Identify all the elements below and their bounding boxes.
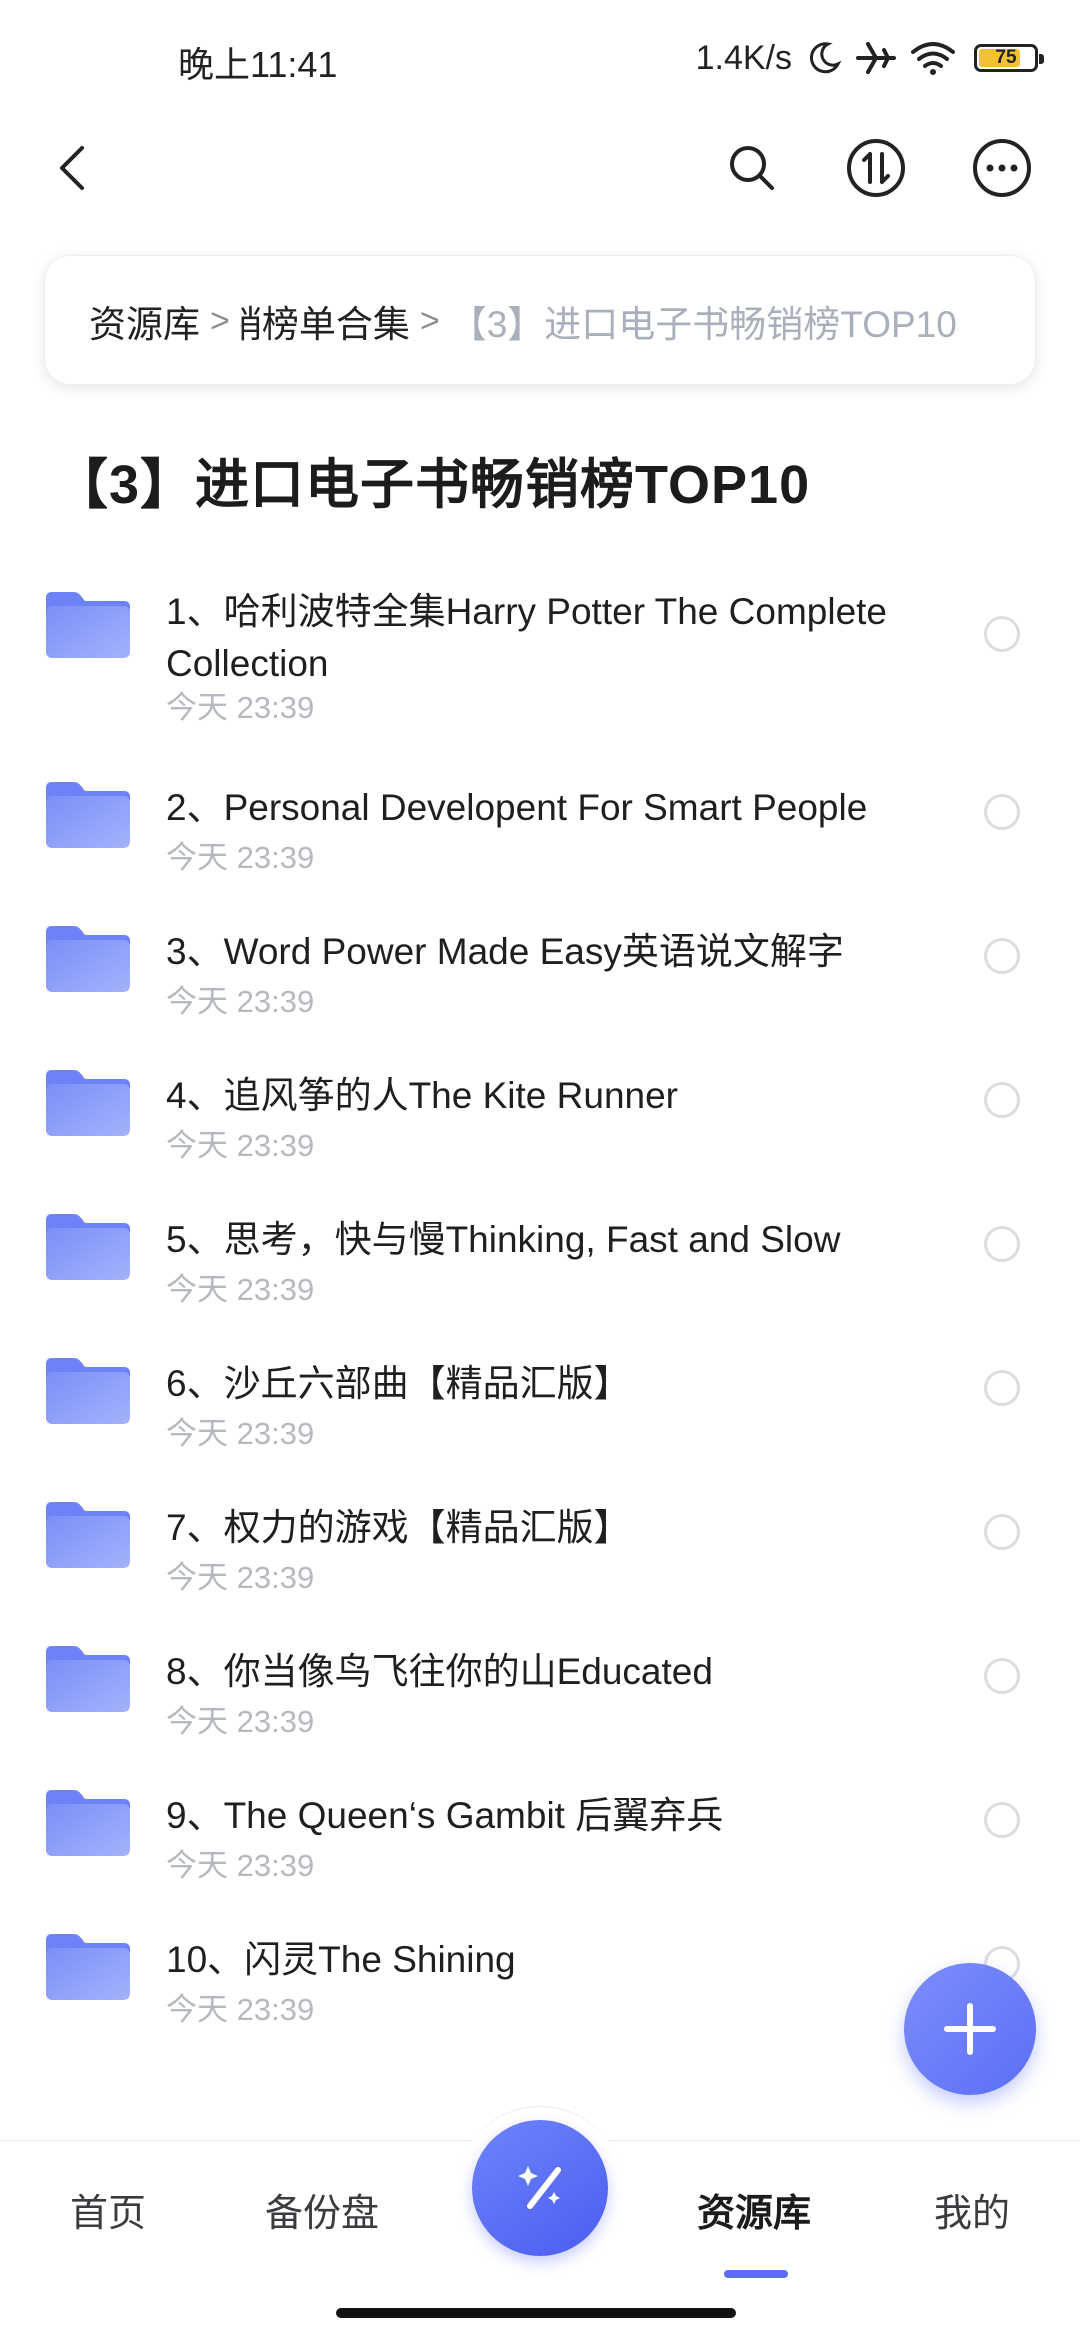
airplane-icon xyxy=(856,42,896,74)
active-tab-indicator xyxy=(724,2270,788,2278)
select-checkbox[interactable] xyxy=(984,616,1020,652)
breadcrumb-separator: > xyxy=(419,301,440,340)
folder-icon xyxy=(46,1934,130,2000)
select-checkbox[interactable] xyxy=(984,938,1020,974)
file-name: 10、闪灵The Shining xyxy=(166,1939,516,1980)
tab-me[interactable]: 我的 xyxy=(934,2182,1010,2237)
file-row[interactable]: 7、权力的游戏【精品汇版】今天 23:39 xyxy=(0,1476,1080,1620)
folder-icon xyxy=(46,926,130,992)
file-name: 4、追风筝的人The Kite Runner xyxy=(166,1075,679,1116)
select-checkbox[interactable] xyxy=(984,1802,1020,1838)
moon-icon xyxy=(809,42,842,74)
battery-percent: 75 xyxy=(995,47,1017,68)
select-checkbox[interactable] xyxy=(984,1658,1020,1694)
select-checkbox[interactable] xyxy=(984,1082,1020,1118)
folder-icon xyxy=(46,1502,130,1568)
file-timestamp: 今天 23:39 xyxy=(166,840,315,875)
back-arrow-icon[interactable] xyxy=(44,138,104,198)
magic-wand-icon xyxy=(518,2166,561,2209)
file-name: 1、哈利波特全集Harry Potter The Complete Collec… xyxy=(166,591,888,684)
ai-magic-button[interactable] xyxy=(472,2120,608,2256)
select-checkbox[interactable] xyxy=(984,794,1020,830)
file-row[interactable]: 3、Word Power Made Easy英语说文解字今天 23:39 xyxy=(0,900,1080,1044)
tab-backup[interactable]: 备份盘 xyxy=(265,2182,379,2237)
folder-icon xyxy=(46,1790,130,1856)
file-timestamp: 今天 23:39 xyxy=(166,1272,315,1307)
folder-icon xyxy=(46,1214,130,1280)
file-row[interactable]: 2、Personal Developent For Smart People 今天… xyxy=(0,756,1080,900)
status-bar: 晚上11:41 1.4K/s 75 xyxy=(0,0,1080,118)
search-icon[interactable] xyxy=(720,136,784,200)
file-row[interactable]: 9、The Queen‘s Gambit 后翼弃兵今天 23:39 xyxy=(0,1764,1080,1908)
file-row[interactable]: 1、哈利波特全集Harry Potter The Complete Collec… xyxy=(0,560,1080,756)
file-timestamp: 今天 23:39 xyxy=(166,984,315,1019)
file-name: 5、思考，快与慢Thinking, Fast and Slow xyxy=(166,1219,841,1260)
home-indicator xyxy=(336,2308,736,2318)
folder-icon xyxy=(46,782,130,848)
status-time: 晚上11:41 xyxy=(178,44,338,85)
wifi-icon xyxy=(911,42,955,75)
page-title: 【3】进口电子书畅销榜TOP10 xyxy=(54,455,811,515)
file-row[interactable]: 4、追风筝的人The Kite Runner 今天 23:39 xyxy=(0,1044,1080,1188)
breadcrumb-root[interactable]: 资源库 xyxy=(89,294,200,348)
folder-icon xyxy=(46,1070,130,1136)
select-checkbox[interactable] xyxy=(984,1226,1020,1262)
file-name: 2、Personal Developent For Smart People xyxy=(166,787,868,828)
file-name: 9、The Queen‘s Gambit 后翼弃兵 xyxy=(166,1795,724,1836)
file-row[interactable]: 6、沙丘六部曲【精品汇版】今天 23:39 xyxy=(0,1332,1080,1476)
more-icon[interactable] xyxy=(970,136,1034,200)
file-name: 8、你当像鸟飞往你的山Educated xyxy=(166,1651,713,1692)
select-checkbox[interactable] xyxy=(984,1514,1020,1550)
battery-icon: 75 xyxy=(974,44,1044,72)
status-icons: 1.4K/s 75 xyxy=(695,30,1044,86)
top-bar xyxy=(0,118,1080,218)
file-name: 6、沙丘六部曲【精品汇版】 xyxy=(166,1363,631,1404)
network-speed: 1.4K/s xyxy=(695,38,792,77)
folder-icon xyxy=(46,1358,130,1424)
file-name: 7、权力的游戏【精品汇版】 xyxy=(166,1507,631,1548)
file-row[interactable]: 8、你当像鸟飞往你的山Educated 今天 23:39 xyxy=(0,1620,1080,1764)
file-timestamp: 今天 23:39 xyxy=(166,1128,315,1163)
tab-resource-library[interactable]: 资源库 xyxy=(697,2182,811,2237)
breadcrumb: 资源库 > 畅销榜单合集 > 【3】进口电子书畅销榜TOP10 xyxy=(44,255,1036,385)
breadcrumb-middle[interactable]: 畅销榜单合集 xyxy=(240,304,410,345)
file-timestamp: 今天 23:39 xyxy=(166,1416,315,1451)
file-timestamp: 今天 23:39 xyxy=(166,1848,315,1883)
file-name: 3、Word Power Made Easy英语说文解字 xyxy=(166,931,844,972)
folder-icon xyxy=(46,592,130,658)
transfer-icon[interactable] xyxy=(844,136,908,200)
add-button[interactable] xyxy=(904,1963,1036,2095)
select-checkbox[interactable] xyxy=(984,1370,1020,1406)
folder-icon xyxy=(46,1646,130,1712)
tab-home[interactable]: 首页 xyxy=(70,2182,146,2237)
file-timestamp: 今天 23:39 xyxy=(166,1560,315,1595)
file-timestamp: 今天 23:39 xyxy=(166,1992,315,2027)
breadcrumb-current: 【3】进口电子书畅销榜TOP10 xyxy=(449,304,957,345)
file-row[interactable]: 5、思考，快与慢Thinking, Fast and Slow 今天 23:39 xyxy=(0,1188,1080,1332)
breadcrumb-separator: > xyxy=(210,301,230,340)
file-timestamp: 今天 23:39 xyxy=(166,690,315,725)
file-timestamp: 今天 23:39 xyxy=(166,1704,315,1739)
